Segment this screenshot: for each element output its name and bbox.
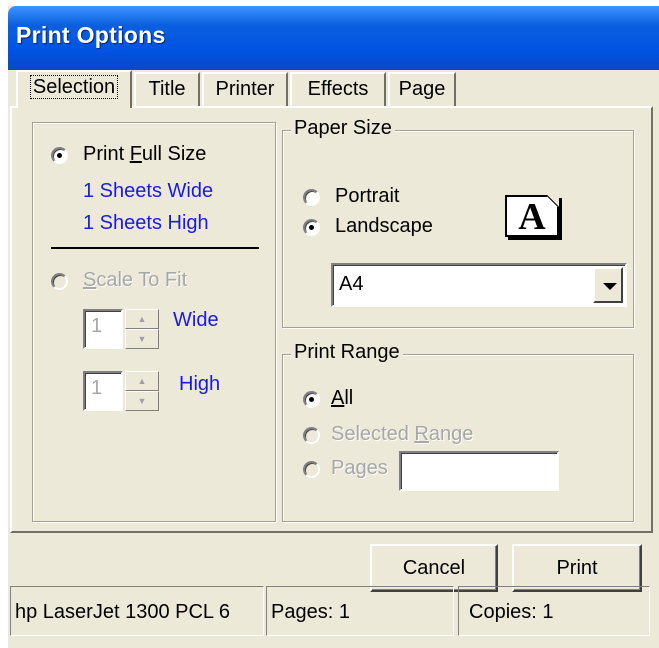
- tab-selection-label: Selection: [29, 75, 119, 99]
- print-button[interactable]: Print: [512, 544, 642, 592]
- print-full-size-label[interactable]: Print Full Size: [83, 143, 206, 166]
- high-label: High: [179, 373, 221, 395]
- divider: [51, 247, 259, 249]
- landscape-label[interactable]: Landscape: [335, 215, 433, 238]
- label-part: ull Size: [141, 143, 207, 165]
- high-spinner[interactable]: ▲ ▼: [125, 371, 159, 411]
- landscape-page-icon: A: [505, 195, 559, 237]
- scale-to-fit-label[interactable]: Scale To Fit: [83, 269, 187, 292]
- tab-title-label: Title: [148, 78, 186, 100]
- print-range-group: Print Range All Selected Range Pages: [282, 341, 634, 522]
- tab-title[interactable]: Title: [134, 72, 200, 106]
- sheets-wide-text: 1 Sheets Wide: [83, 180, 214, 202]
- tab-panel-selection: Print Full Size 1 Sheets Wide 1 Sheets H…: [10, 106, 653, 533]
- label-accelerator: A: [331, 387, 345, 409]
- paper-size-value: A4: [339, 273, 364, 295]
- label-part: ll: [344, 387, 354, 409]
- label-accelerator: R: [414, 423, 429, 445]
- label-part: cale To Fit: [96, 269, 188, 291]
- paper-size-select[interactable]: A4: [331, 263, 627, 307]
- high-up-button[interactable]: ▲: [125, 371, 159, 391]
- wide-spinner[interactable]: ▲ ▼: [125, 309, 159, 349]
- window-title: Print Options: [16, 22, 166, 48]
- wide-down-button[interactable]: ▼: [125, 329, 159, 349]
- pages-input[interactable]: [399, 451, 559, 491]
- label-part: ange: [428, 423, 474, 445]
- pages-label[interactable]: Pages: [331, 457, 388, 480]
- label-accelerator: S: [83, 269, 97, 291]
- pages-radio[interactable]: [303, 461, 320, 478]
- label-part: Print: [83, 143, 130, 165]
- selected-range-label[interactable]: Selected Range: [331, 423, 473, 446]
- portrait-label[interactable]: Portrait: [335, 185, 399, 208]
- print-range-legend: Print Range: [291, 341, 403, 364]
- paper-size-legend: Paper Size: [291, 117, 395, 140]
- high-down-button[interactable]: ▼: [125, 391, 159, 411]
- wide-spin-input[interactable]: 1: [83, 309, 123, 349]
- wide-label: Wide: [173, 309, 219, 331]
- tab-effects[interactable]: Effects: [290, 72, 386, 106]
- tab-printer[interactable]: Printer: [202, 72, 288, 106]
- dialog-body: Selection Title Printer Effects Page Pri…: [8, 70, 659, 648]
- label-accelerator: F: [129, 143, 142, 165]
- title-bar[interactable]: Print Options: [8, 6, 659, 70]
- all-radio[interactable]: [303, 391, 320, 408]
- tab-effects-label: Effects: [307, 78, 369, 100]
- chevron-down-icon[interactable]: [593, 267, 623, 303]
- print-options-dialog: Print Options Selection Title Printer Ef…: [8, 6, 659, 648]
- landscape-radio[interactable]: [303, 219, 320, 236]
- status-copies: Copies: 1: [458, 586, 650, 636]
- all-label[interactable]: All: [331, 387, 353, 410]
- print-full-size-radio[interactable]: [51, 147, 68, 164]
- high-spin-input[interactable]: 1: [83, 371, 123, 411]
- tab-page-label: Page: [398, 78, 446, 100]
- selected-range-radio[interactable]: [303, 427, 320, 444]
- label-part: Selected: [331, 423, 415, 445]
- scale-to-fit-radio[interactable]: [51, 273, 68, 290]
- status-pages: Pages: 1: [266, 586, 454, 636]
- sheets-high-text: 1 Sheets High: [83, 212, 209, 234]
- portrait-radio[interactable]: [303, 189, 320, 206]
- tab-selection[interactable]: Selection: [16, 70, 132, 108]
- cancel-button[interactable]: Cancel: [370, 544, 498, 592]
- wide-up-button[interactable]: ▲: [125, 309, 159, 329]
- status-printer: hp LaserJet 1300 PCL 6: [10, 586, 264, 636]
- tab-page[interactable]: Page: [388, 72, 456, 106]
- paper-size-group: Paper Size Portrait Landscape A A4: [282, 117, 634, 328]
- scaling-panel: Print Full Size 1 Sheets Wide 1 Sheets H…: [32, 122, 276, 522]
- tab-printer-label: Printer: [215, 78, 275, 100]
